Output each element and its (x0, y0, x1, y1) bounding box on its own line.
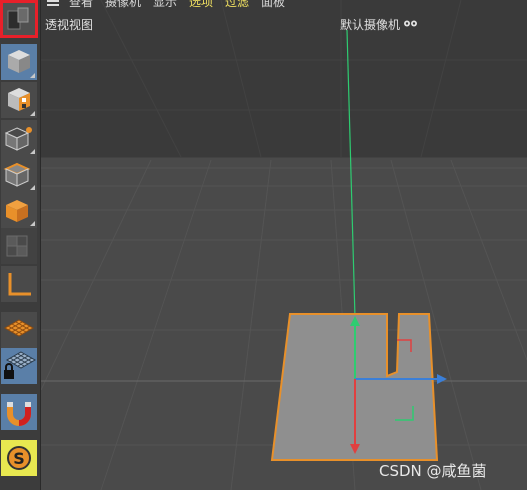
perspective-viewport[interactable]: 查看 摄像机 显示 选项 过滤 面板 透视视图 默认摄像机 CSDN @咸鱼菌 (41, 0, 527, 490)
locked-grid-icon (4, 351, 37, 379)
snap-s-icon: S (7, 446, 31, 470)
texture-mode-button[interactable] (1, 82, 37, 118)
locked-workplane-button[interactable] (1, 348, 37, 384)
snap-settings-button[interactable]: S (1, 440, 37, 476)
edge-mode-button[interactable] (1, 156, 37, 192)
workplane-button[interactable] (1, 312, 37, 348)
viewport-menubar: 查看 摄像机 显示 选项 过滤 面板 (41, 0, 527, 8)
menu-view[interactable]: 查看 (69, 0, 93, 8)
app-logo-icon[interactable] (0, 0, 38, 38)
camera-label[interactable]: 默认摄像机 (340, 16, 400, 33)
menu-display[interactable]: 显示 (153, 0, 177, 8)
upper-grid (41, 0, 527, 158)
y-axis-line (346, 29, 356, 319)
menu-filter[interactable]: 过滤 (225, 0, 249, 8)
snap-toggle-button[interactable] (1, 394, 37, 430)
axis-icon (8, 273, 31, 296)
menu-cameras[interactable]: 摄像机 (105, 0, 141, 8)
workplane-icon (3, 319, 35, 337)
point-mode-button[interactable] (1, 120, 37, 156)
uv-icon (6, 235, 28, 257)
svg-text:S: S (13, 449, 25, 468)
polygon-mode-button[interactable] (1, 192, 37, 228)
hamburger-menu-icon[interactable] (47, 0, 59, 6)
left-toolbar: S (0, 0, 41, 490)
menu-options[interactable]: 选项 (189, 0, 213, 8)
model-mode-button[interactable] (1, 44, 37, 80)
axis-mode-button[interactable] (1, 266, 37, 302)
camera-icon[interactable] (403, 19, 419, 28)
scene-canvas[interactable] (41, 0, 527, 490)
view-title: 透视视图 (45, 18, 94, 32)
uv-mode-button[interactable] (1, 228, 37, 264)
magnet-icon (7, 402, 31, 426)
watermark-text: CSDN @咸鱼菌 (379, 462, 487, 480)
menu-panel[interactable]: 面板 (261, 0, 285, 8)
